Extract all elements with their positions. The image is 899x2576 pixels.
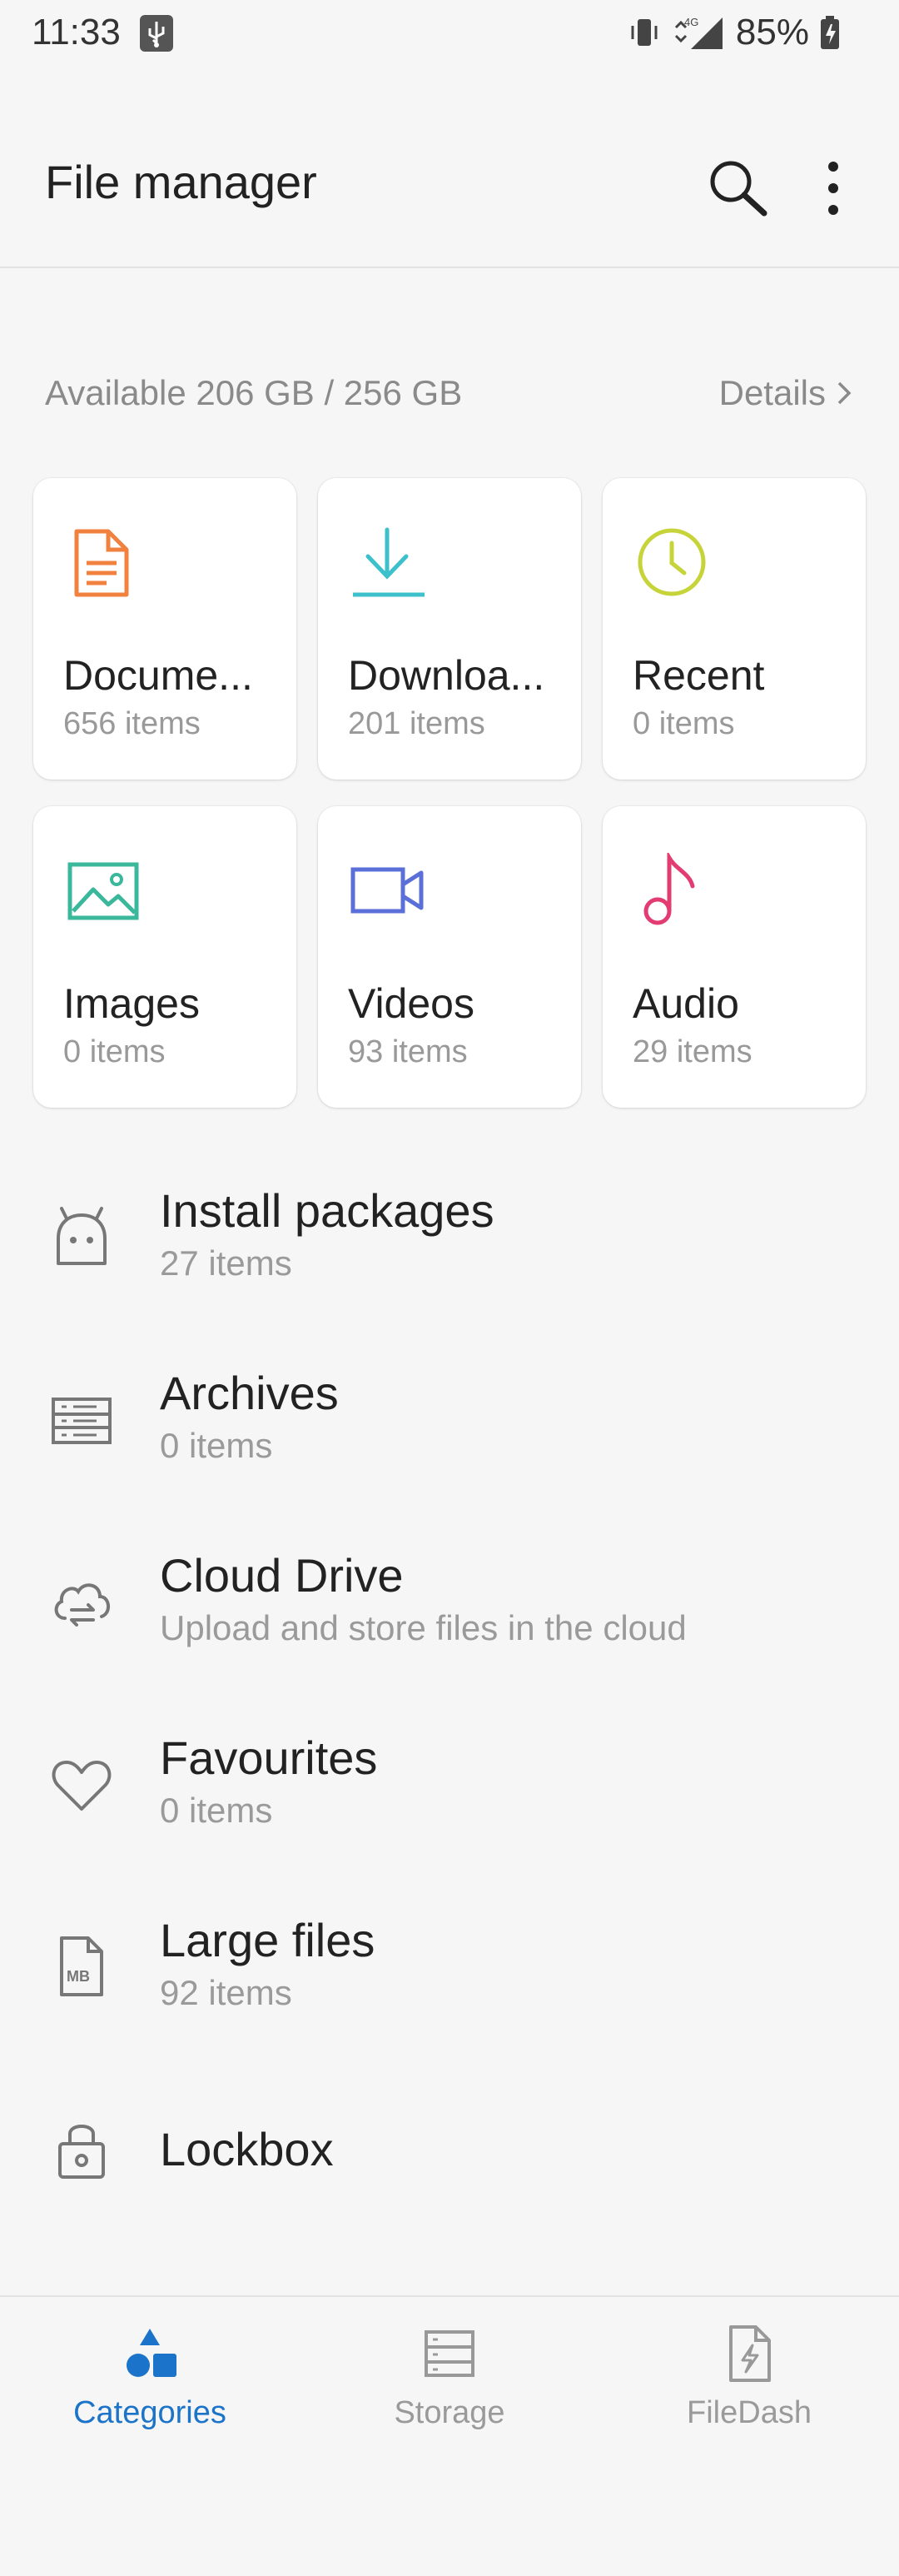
category-name: Recent [633,652,765,699]
vibrate-icon [631,19,658,46]
usb-icon [140,15,173,52]
category-name: Images [63,980,200,1027]
battery-charging-icon [821,16,839,49]
page-title: File manager [45,156,317,208]
category-name: Downloa... [348,652,545,699]
battery-percent: 85% [735,12,809,52]
svg-text:MB: MB [67,1968,90,1985]
list-item-subtitle: 27 items [160,1243,292,1283]
tab-filedash[interactable]: FileDash [599,2297,899,2472]
storage-available: Available 206 GB / 256 GB [45,373,463,412]
category-count: 93 items [348,1034,468,1069]
list-item-title: Install packages [160,1184,494,1237]
filedash-icon [729,2325,771,2382]
category-count: 0 items [63,1034,166,1069]
category-card-downloads[interactable]: Downloa... 201 items [318,478,581,780]
list-item-title: Favourites [160,1731,378,1784]
cloud-sync-icon [54,1583,110,1627]
chevron-right-icon [837,381,852,405]
category-card-documents[interactable]: Docume... 656 items [33,478,296,780]
category-card-recent[interactable]: Recent 0 items [603,478,866,780]
list-item-cloud-drive[interactable]: Cloud Drive Upload and store files in th… [0,1510,899,1692]
search-icon[interactable] [704,155,771,222]
signal-4g-icon: 4G [674,16,723,49]
mb-file-icon: MB [60,1936,103,1996]
tab-categories[interactable]: Categories [0,2297,300,2472]
lock-icon [58,2125,105,2179]
list-item-subtitle: 0 items [160,1426,273,1465]
details-link[interactable]: Details [719,373,854,413]
bottom-navigation: Categories Storage FileDash [0,2295,899,2576]
music-note-icon [643,853,695,925]
details-label: Details [718,373,826,412]
list-item-title: Large files [160,1914,375,1966]
download-icon [353,527,425,597]
status-time: 11:33 [32,12,121,52]
list-item-large-files[interactable]: MB Large files 92 items [0,1875,899,2056]
status-bar: 11:33 4G 85% [0,0,899,70]
clock-icon [638,528,706,596]
file-manager-screen: 11:33 4G 85% File manager Available 206 … [0,0,899,2576]
list-item-subtitle: 92 items [160,1973,292,2012]
list-item-archives[interactable]: Archives 0 items [0,1328,899,1509]
category-card-images[interactable]: Images 0 items [33,806,296,1108]
category-card-videos[interactable]: Videos 93 items [318,806,581,1108]
list-item-title: Cloud Drive [160,1549,404,1602]
image-icon [67,862,139,920]
tab-storage[interactable]: Storage [300,2297,599,2472]
category-count: 201 items [348,706,485,741]
document-icon [74,529,129,597]
app-bar: File manager [0,125,899,268]
category-name: Audio [633,980,739,1027]
category-card-audio[interactable]: Audio 29 items [603,806,866,1108]
more-options-icon[interactable] [812,155,854,222]
tab-label: Storage [394,2395,505,2430]
status-right-group: 4G 85% [628,12,841,53]
heart-icon [52,1761,112,1811]
video-icon [350,867,424,914]
android-icon [57,1207,107,1265]
list-item-subtitle: 0 items [160,1791,273,1830]
tab-label: Categories [73,2395,226,2430]
list-item-subtitle: Upload and store files in the cloud [160,1608,687,1647]
category-name: Videos [348,980,474,1027]
category-count: 29 items [633,1034,752,1069]
list-item-title: Archives [160,1367,339,1419]
tab-label: FileDash [687,2395,812,2430]
category-count: 0 items [633,706,735,741]
archive-icon [52,1398,112,1444]
list-item-title: Lockbox [160,2123,334,2175]
list-item-lockbox[interactable]: Lockbox [0,2057,899,2239]
list-item-favourites[interactable]: Favourites 0 items [0,1692,899,1874]
category-count: 656 items [63,706,201,741]
category-name: Docume... [63,652,253,699]
storage-summary: Available 206 GB / 256 GB Details [45,373,854,423]
list-item-install-packages[interactable]: Install packages 27 items [0,1145,899,1327]
storage-icon [425,2330,474,2377]
categories-icon [127,2329,176,2377]
